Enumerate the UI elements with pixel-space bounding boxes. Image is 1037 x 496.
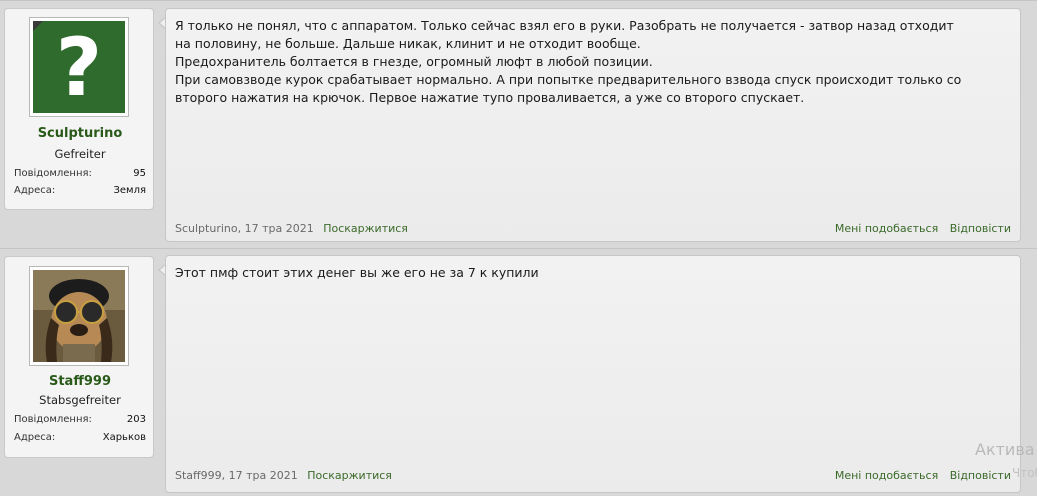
avatar[interactable]: ? [29, 17, 129, 117]
username[interactable]: Sculpturino [5, 126, 155, 141]
message-body: Этот пмф стоит этих денег вы же его не з… [175, 264, 1011, 282]
message-body: Я только не понял, что с аппаратом. Толь… [175, 17, 1011, 107]
stat-label: Повідомлення: [14, 414, 92, 425]
activation-watermark-sub: Чтобы ак [1012, 466, 1037, 480]
post-meta: Sculpturino, 17 тра 2021 Поскаржитися [175, 222, 408, 235]
username[interactable]: Staff999 [5, 374, 155, 389]
stat-value: 95 [133, 168, 146, 179]
avatar[interactable] [29, 266, 129, 366]
user-card: Staff999 Stabsgefreiter Повідомлення: 20… [4, 256, 154, 458]
post-message: Я только не понял, что с аппаратом. Толь… [165, 8, 1021, 242]
post-actions: Мені подобається Відповісти [827, 222, 1011, 235]
post-message: Этот пмф стоит этих денег вы же его не з… [165, 255, 1021, 493]
post-separator [0, 0, 1037, 1]
svg-text:?: ? [56, 21, 102, 113]
like-link[interactable]: Мені подобається [835, 222, 938, 235]
message-line: на половину, не больше. Дальше никак, кл… [175, 36, 641, 51]
post-meta: Staff999, 17 тра 2021 Поскаржитися [175, 469, 392, 482]
post-author-date[interactable]: Sculpturino, 17 тра 2021 [175, 222, 314, 235]
post-author-date[interactable]: Staff999, 17 тра 2021 [175, 469, 298, 482]
reply-link[interactable]: Відповісти [950, 222, 1011, 235]
message-line: Предохранитель болтается в гнезде, огром… [175, 54, 653, 69]
activation-watermark: Актива [975, 440, 1035, 459]
post-separator [0, 248, 1037, 249]
message-line: Я только не понял, что с аппаратом. Толь… [175, 18, 954, 33]
stat-value: 203 [126, 414, 146, 425]
message-line: При самовзводе курок срабатывает нормаль… [175, 72, 962, 87]
dog-with-sunglasses-icon [33, 270, 125, 362]
like-link[interactable]: Мені подобається [835, 469, 938, 482]
user-title: Stabsgefreiter [39, 393, 121, 407]
message-line: второго нажатия на крючок. Первое нажати… [175, 90, 805, 105]
stat-label: Адреса: [14, 185, 56, 196]
user-card: ? Sculpturino Gefreiter Повідомлення: 95… [4, 8, 154, 210]
stat-label: Адреса: [14, 432, 56, 443]
question-mark-icon: ? [33, 21, 125, 113]
reply-link[interactable]: Відповісти [950, 469, 1011, 482]
post-actions: Мені подобається Відповісти [827, 469, 1011, 482]
report-link[interactable]: Поскаржитися [323, 222, 408, 235]
stat-value: Земля [113, 185, 146, 196]
message-line: Этот пмф стоит этих денег вы же его не з… [175, 265, 539, 280]
stat-value: Харьков [102, 432, 146, 443]
stat-label: Повідомлення: [14, 168, 92, 179]
report-link[interactable]: Поскаржитися [307, 469, 392, 482]
user-title: Gefreiter [54, 147, 106, 161]
